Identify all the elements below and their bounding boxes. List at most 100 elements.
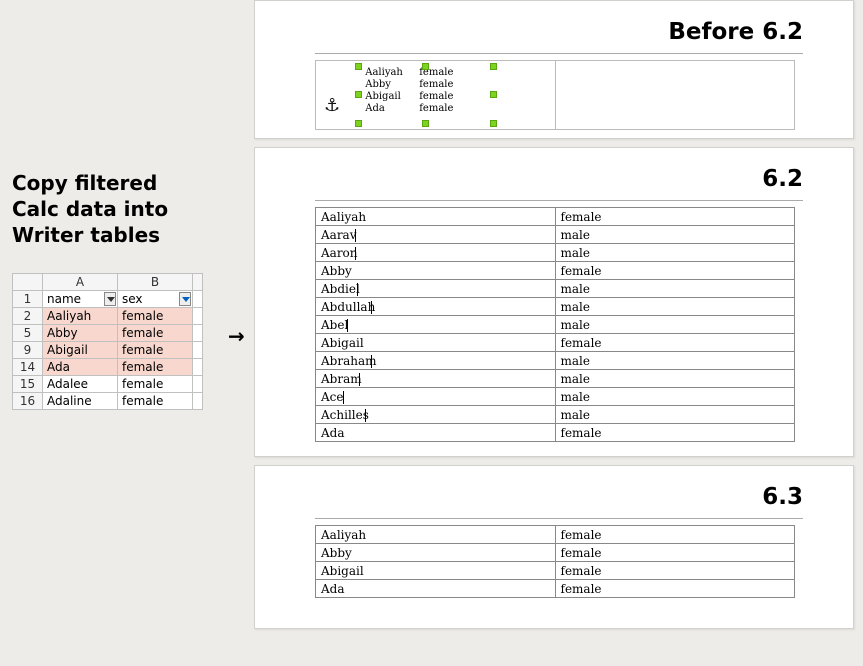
cell-sex[interactable]: female (555, 424, 795, 442)
writer-table-62: AaliyahfemaleAaravmaleAaronmaleAbbyfemal… (315, 207, 795, 442)
row-header: 14 (13, 359, 43, 376)
cell[interactable]: Adaline (43, 393, 118, 410)
cell-sex[interactable]: male (555, 370, 795, 388)
arrow-icon: → (228, 324, 245, 348)
table-row: Abigailfemale (316, 334, 795, 352)
cell-name[interactable]: Aarav (316, 226, 556, 244)
cell-name[interactable]: Ada (316, 424, 556, 442)
calc-spreadsheet: A B 1namesex2Aaliyahfemale5Abbyfemale9Ab… (12, 273, 203, 410)
cell-name[interactable]: Abigail (316, 562, 556, 580)
row-header: 1 (13, 291, 43, 308)
ole-row: Abbyfemale (359, 79, 493, 91)
table-row: Abbyfemale (316, 544, 795, 562)
table-row: Abigailfemale (316, 562, 795, 580)
cell[interactable]: Ada (43, 359, 118, 376)
cell-sex[interactable]: male (555, 244, 795, 262)
cell-sex[interactable]: male (555, 406, 795, 424)
table-row: Adafemale (316, 580, 795, 598)
writer-table-63: AaliyahfemaleAbbyfemaleAbigailfemaleAdaf… (315, 525, 795, 598)
cell-sex[interactable]: female (555, 334, 795, 352)
cell[interactable]: female (118, 325, 193, 342)
cell[interactable]: Abigail (43, 342, 118, 359)
ole-row: Abigailfemale (359, 91, 493, 103)
cell-sex[interactable]: male (555, 316, 795, 334)
table-row: Adafemale (316, 424, 795, 442)
cell-sex[interactable]: male (555, 352, 795, 370)
cell[interactable]: Adalee (43, 376, 118, 393)
cell[interactable]: female (118, 359, 193, 376)
panel-62: 6.2 AaliyahfemaleAaravmaleAaronmaleAbbyf… (254, 147, 854, 457)
cell-name[interactable]: Abram (316, 370, 556, 388)
table-row: Abelmale (316, 316, 795, 334)
autofilter-icon[interactable] (179, 292, 191, 306)
cell-name[interactable]: Abigail (316, 334, 556, 352)
writer-table-before: ⚓ AaliyahfemaleAbbyfemaleAbigailfemaleAd… (315, 60, 795, 130)
table-row: Abdullahmale (316, 298, 795, 316)
table-row: Abrahammale (316, 352, 795, 370)
resize-handle[interactable] (490, 91, 497, 98)
table-row: Abrammale (316, 370, 795, 388)
panel-title: 6.2 (315, 166, 803, 192)
table-row: Abdielmale (316, 280, 795, 298)
cell[interactable]: Abby (43, 325, 118, 342)
anchor-icon: ⚓ (324, 95, 340, 116)
cell-sex[interactable]: male (555, 226, 795, 244)
cell-sex[interactable]: female (555, 526, 795, 544)
cell[interactable]: female (118, 342, 193, 359)
column-header-a: A (43, 274, 118, 291)
cell-sex[interactable]: male (555, 388, 795, 406)
cell-sex[interactable]: female (555, 580, 795, 598)
panel-title: 6.3 (315, 484, 803, 510)
table-row: Aaronmale (316, 244, 795, 262)
ole-row: Adafemale (359, 103, 493, 115)
resize-handle[interactable] (355, 120, 362, 127)
cell[interactable]: female (118, 393, 193, 410)
resize-handle[interactable] (355, 63, 362, 70)
row-header: 2 (13, 308, 43, 325)
cell-name[interactable]: Ace (316, 388, 556, 406)
resize-handle[interactable] (490, 63, 497, 70)
cell-name[interactable]: Abdiel (316, 280, 556, 298)
cell-name[interactable]: Abby (316, 544, 556, 562)
row-header: 9 (13, 342, 43, 359)
cell-sex[interactable]: male (555, 280, 795, 298)
cell-name[interactable]: Ada (316, 580, 556, 598)
resize-handle[interactable] (422, 120, 429, 127)
resize-handle[interactable] (355, 91, 362, 98)
row-header: 16 (13, 393, 43, 410)
table-row: Achillesmale (316, 406, 795, 424)
table-row: Aaliyahfemale (316, 208, 795, 226)
table-row: Abbyfemale (316, 262, 795, 280)
cell[interactable]: Aaliyah (43, 308, 118, 325)
panel-before-62: Before 6.2 ⚓ AaliyahfemaleAbbyfemaleAbi (254, 0, 854, 139)
cell-name[interactable]: Aaliyah (316, 208, 556, 226)
cell-name[interactable]: Abel (316, 316, 556, 334)
table-row: Acemale (316, 388, 795, 406)
cell-sex[interactable]: female (555, 562, 795, 580)
cell-sex[interactable]: male (555, 298, 795, 316)
cell[interactable]: female (118, 308, 193, 325)
autofilter-icon[interactable] (104, 292, 116, 306)
cell-name[interactable]: Achilles (316, 406, 556, 424)
resize-handle[interactable] (490, 120, 497, 127)
cell-sex[interactable]: female (555, 544, 795, 562)
cell-sex[interactable]: female (555, 262, 795, 280)
row-header: 15 (13, 376, 43, 393)
resize-handle[interactable] (422, 63, 429, 70)
row-header: 5 (13, 325, 43, 342)
cell[interactable]: name (43, 291, 118, 308)
cell-name[interactable]: Aaliyah (316, 526, 556, 544)
table-row: Aaliyahfemale (316, 526, 795, 544)
cell-name[interactable]: Abraham (316, 352, 556, 370)
ole-object[interactable]: AaliyahfemaleAbbyfemaleAbigailfemaleAdaf… (359, 67, 493, 123)
cell-name[interactable]: Abby (316, 262, 556, 280)
cell[interactable]: sex (118, 291, 193, 308)
cell-sex[interactable]: female (555, 208, 795, 226)
page-title: Copy filtered Calc data into Writer tabl… (12, 170, 230, 248)
cell-name[interactable]: Abdullah (316, 298, 556, 316)
cell[interactable]: female (118, 376, 193, 393)
panel-title: Before 6.2 (315, 19, 803, 45)
left-panel: Copy filtered Calc data into Writer tabl… (12, 170, 230, 410)
cell-name[interactable]: Aaron (316, 244, 556, 262)
right-panel: Before 6.2 ⚓ AaliyahfemaleAbbyfemaleAbi (254, 0, 854, 637)
